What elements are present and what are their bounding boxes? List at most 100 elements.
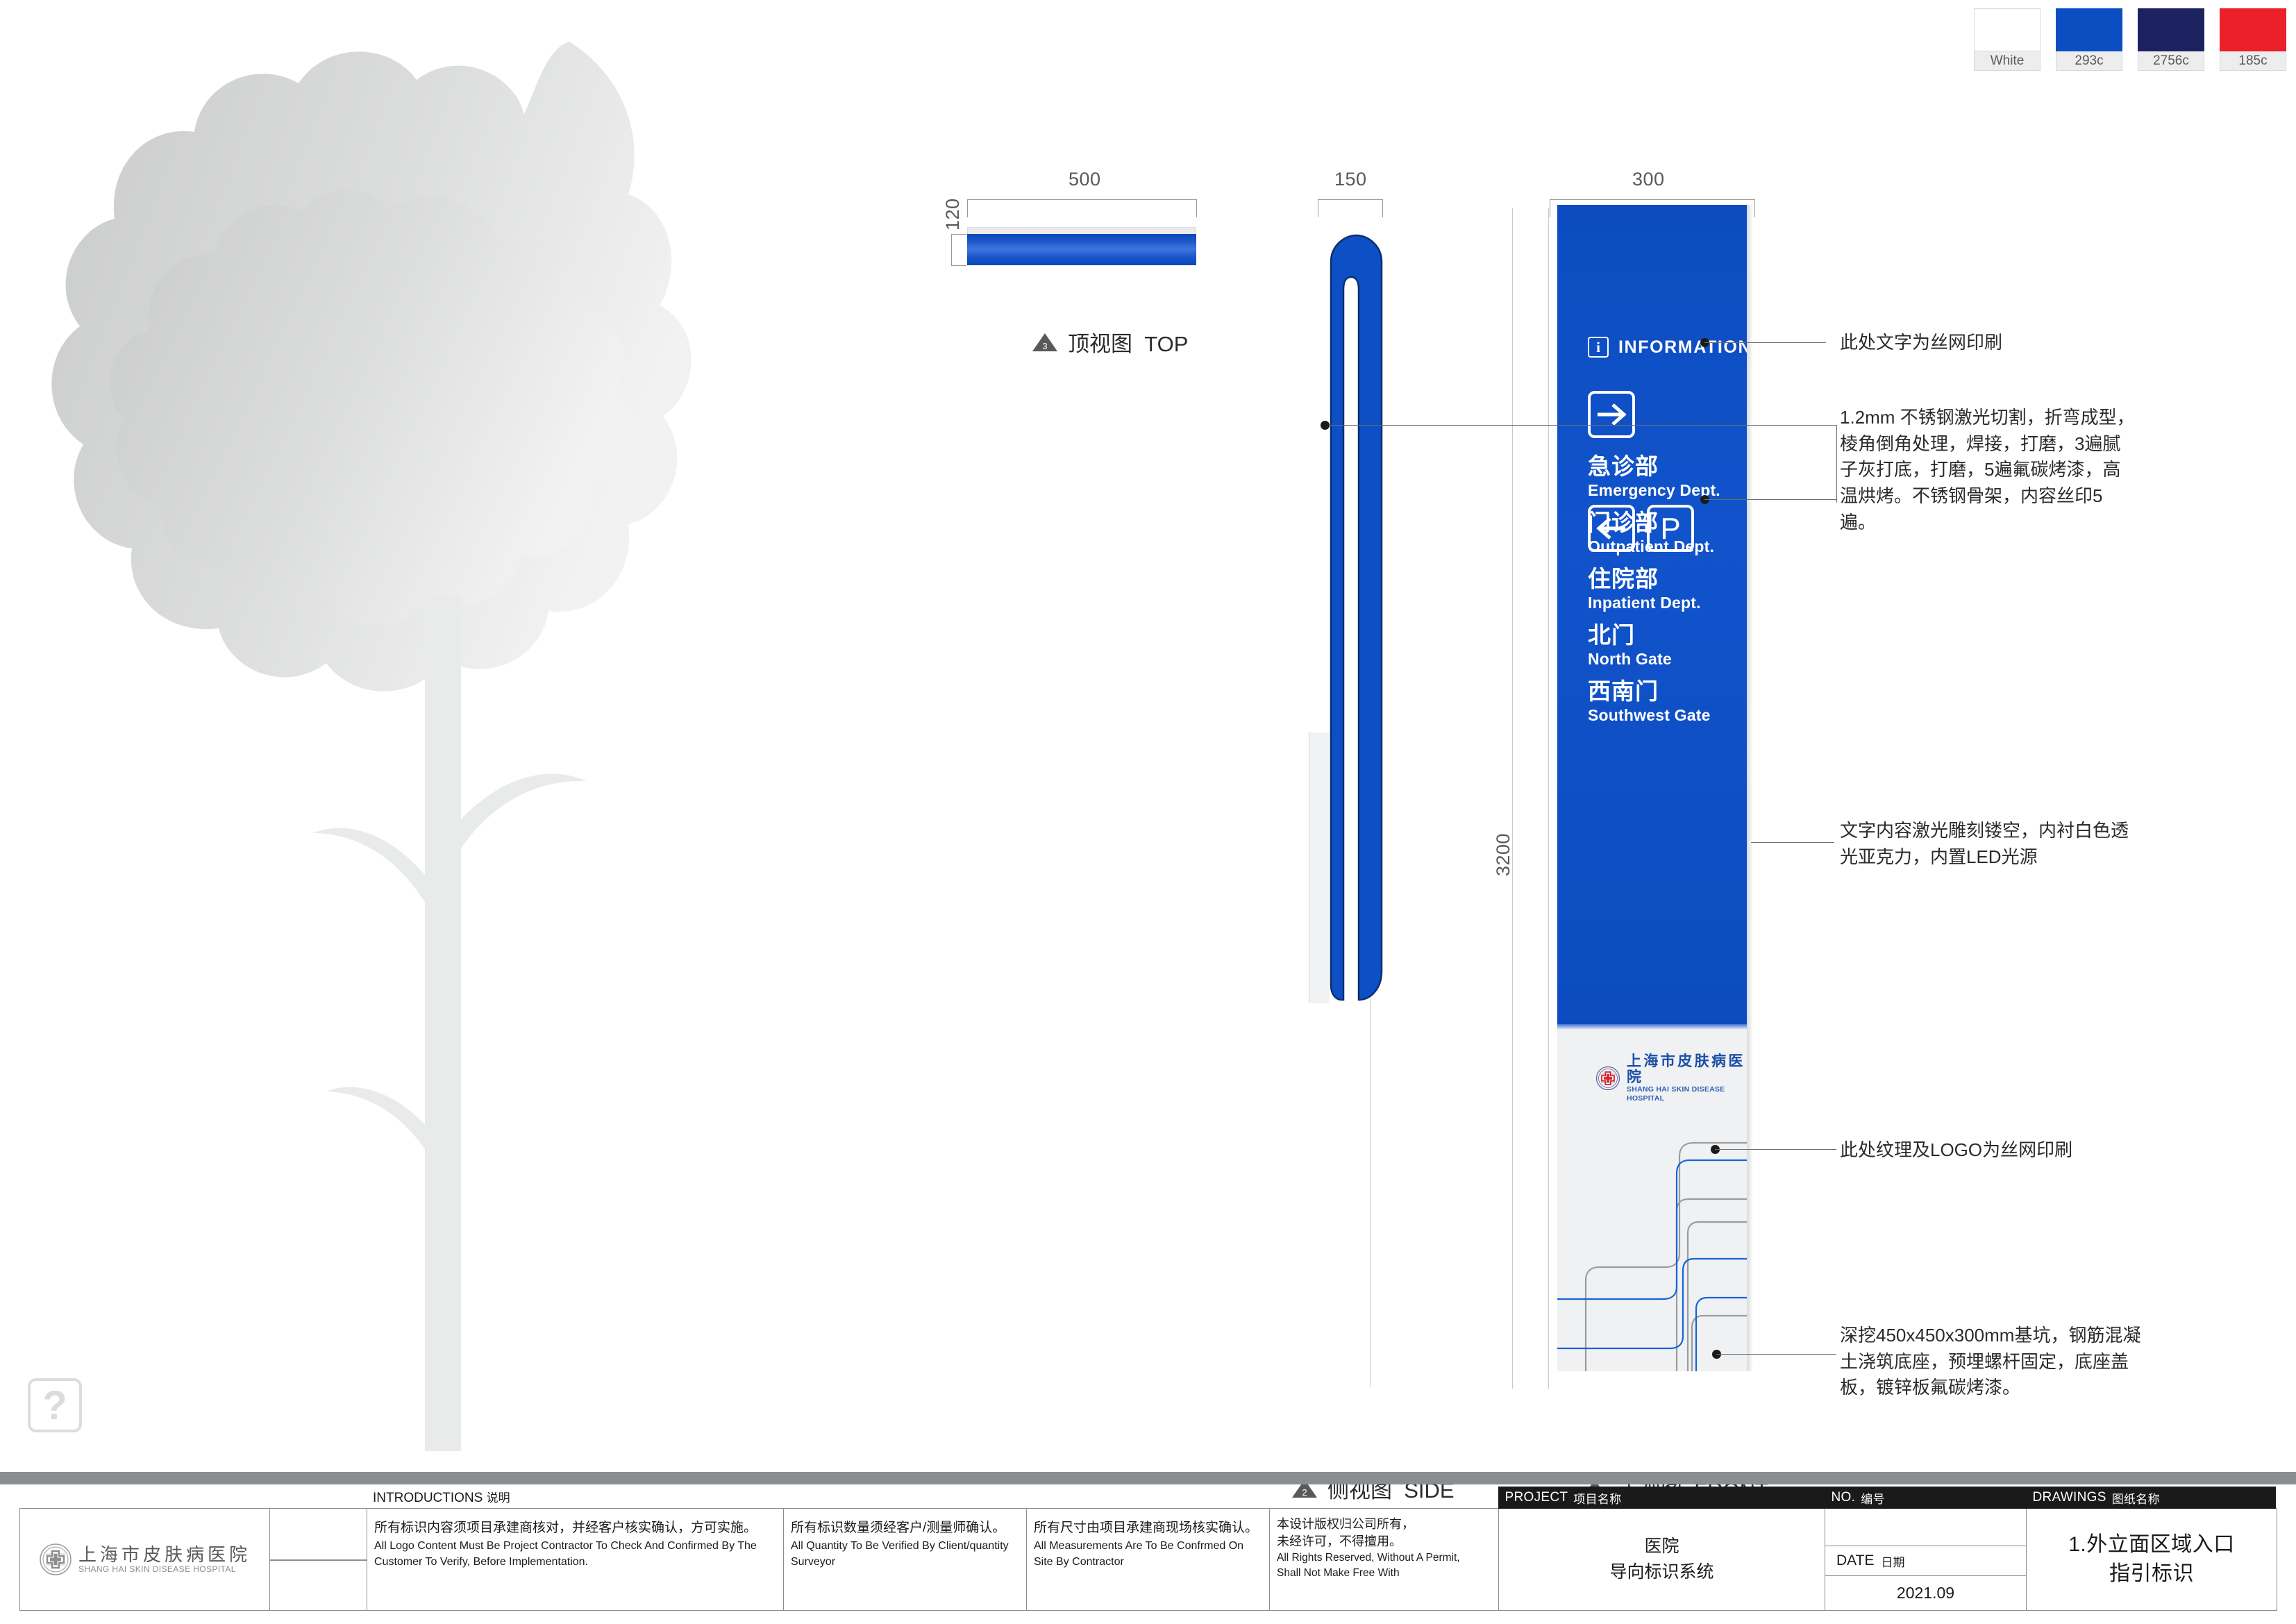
sign-circuit-texture	[1557, 1141, 1747, 1371]
copyright-cn-2: 未经许可，不得擅用。	[1277, 1534, 1402, 1549]
dim-line	[951, 234, 952, 265]
introductions-header: INTRODUCTIONS 说明	[373, 1491, 510, 1505]
hospital-name-block: 上海市皮肤病医院 SHANG HAI SKIN DISEASE HOSPITAL	[78, 1543, 251, 1575]
sign-group-2: P 住院部 Inpatient Dept. 北门 North Gate 西南门 …	[1588, 505, 1711, 726]
sign-entry: 西南门 Southwest Gate	[1588, 678, 1711, 726]
title-block-number: NO. 编号 DATE 日期 2021.09	[1824, 1487, 2027, 1610]
drawings-line-2: 指引标识	[2109, 1562, 2194, 1585]
dim-tick	[1382, 199, 1383, 217]
copyright-body: 本设计版权归公司所有， 未经许可，不得擅用。 All Rights Reserv…	[1270, 1509, 1498, 1581]
swatch-185c: 185c	[2220, 8, 2286, 71]
sign-entry-en: North Gate	[1588, 649, 1672, 668]
title-block-logo-cell: 上海市皮肤病医院 SHANG HAI SKIN DISEASE HOSPITAL	[20, 1509, 270, 1610]
title-block-drawings: DRAWINGS 图纸名称 1.外立面区域入口 指引标识	[2025, 1487, 2277, 1610]
front-view-drawing: i INFORMATION 急诊部 Emergency Dept. 门诊部 Ou…	[1557, 205, 1751, 1371]
title-block-note-2: 所有标识数量须经客户/测量师确认。 All Quantity To Be Ver…	[784, 1509, 1027, 1610]
project-value: 医院 导向标识系统	[1499, 1509, 1825, 1610]
callout-leader	[1323, 425, 1836, 426]
swatch-white: White	[1974, 8, 2041, 71]
drawing-sheet: White 293c 2756c 185c 500 120 3 顶视图 TOP …	[0, 0, 2296, 1624]
svg-text:3: 3	[1042, 341, 1047, 351]
swatch-label: White	[1974, 51, 2041, 71]
callout-silkscreen-text: 此处文字为丝网印刷	[1840, 332, 2003, 353]
number-value	[1825, 1509, 2026, 1546]
information-icon: i	[1588, 337, 1609, 358]
date-value: 2021.09	[1896, 1584, 1955, 1602]
dimension-front-width: 300	[1632, 169, 1665, 190]
project-header: PROJECT 项目名称	[1498, 1487, 1826, 1509]
top-view-body	[967, 234, 1196, 265]
parking-icon: P	[1647, 505, 1694, 552]
top-view-cap-strip	[967, 227, 1196, 234]
date-label: DATE 日期	[1825, 1546, 2026, 1577]
sign-entry-cn: 西南门	[1588, 678, 1659, 704]
triangle-marker-icon: 3	[1032, 332, 1058, 353]
project-line-1: 医院	[1644, 1536, 1679, 1556]
title-block-project: PROJECT 项目名称 医院 导向标识系统	[1498, 1487, 1826, 1610]
hospital-seal-icon	[40, 1543, 72, 1575]
title-block-note-1: INTRODUCTIONS 说明 所有标识内容须项目承建商核对，并经客户核实确认…	[367, 1491, 784, 1610]
callout-foundation: 深挖450x450x300mm基坑，钢筋混凝土浇筑底座，预埋螺杆固定，底座盖板，…	[1840, 1325, 2141, 1398]
note-en: All Quantity To Be Verified By Client/qu…	[791, 1539, 1009, 1568]
callout-stainless-spec: 1.2mm 不锈钢激光切割，折弯成型， 棱角倒角处理，焊接，打磨，3遍腻子灰打底…	[1840, 407, 2135, 533]
side-view-drawing	[1330, 234, 1383, 1001]
hospital-name-cn: 上海市皮肤病医院	[78, 1543, 251, 1565]
swatch-293c: 293c	[2056, 8, 2122, 71]
sign-entry-en: Inpatient Dept.	[1588, 593, 1701, 612]
sign-edge-shadow	[1747, 205, 1753, 1371]
callout-leader	[1751, 842, 1834, 843]
dimension-total-height: 3200	[1493, 832, 1514, 876]
sign-group-2-icons: P	[1588, 505, 1711, 552]
top-view-drawing	[967, 227, 1196, 265]
sign-entry-en: Southwest Gate	[1588, 705, 1711, 724]
dimension-top-depth: 120	[942, 198, 963, 231]
sign-entry: 住院部 Inpatient Dept.	[1588, 566, 1711, 614]
title-block-blank-cell	[270, 1509, 367, 1610]
information-label: INFORMATION	[1618, 337, 1752, 357]
cell-divider	[270, 1559, 367, 1561]
arrow-left-icon	[1588, 505, 1635, 552]
dim-extension-line	[1512, 208, 1513, 1389]
copyright-en-1: All Rights Reserved, Without A Permit,	[1277, 1552, 1460, 1564]
callout-texture-logo: 此处纹理及LOGO为丝网印刷	[1840, 1139, 2073, 1160]
dim-line	[1318, 199, 1382, 200]
title-block-hospital-logo: 上海市皮肤病医院 SHANG HAI SKIN DISEASE HOSPITAL	[39, 1543, 251, 1576]
title-block-note-3: 所有尺寸由项目承建商现场核实确认。 All Measurements Are T…	[1027, 1509, 1270, 1610]
note-cn: 所有尺寸由项目承建商现场核实确认。	[1034, 1521, 1259, 1535]
note-body: 所有标识内容须项目承建商核对，并经客户核实确认，方可实施。 All Logo C…	[367, 1509, 783, 1570]
view-caption-label: 顶视图 TOP	[1068, 332, 1189, 356]
drawings-value: 1.外立面区域入口 指引标识	[2027, 1509, 2277, 1610]
title-block: 上海市皮肤病医院 SHANG HAI SKIN DISEASE HOSPITAL…	[19, 1487, 2277, 1611]
side-view-base-shading	[1309, 733, 1330, 1003]
note-body: 所有尺寸由项目承建商现场核实确认。 All Measurements Are T…	[1027, 1509, 1269, 1570]
hospital-name-en: SHANG HAI SKIN DISEASE HOSPITAL	[78, 1564, 236, 1575]
svg-text:2: 2	[1302, 1487, 1307, 1498]
sign-entry: 北门 North Gate	[1588, 622, 1711, 670]
dim-tick	[967, 199, 968, 217]
callout-laser-engrave: 文字内容激光雕刻镂空，内衬白色透光亚克力，内置LED光源	[1840, 820, 2129, 867]
callout-leader	[1716, 1354, 1836, 1355]
copyright-cn-1: 本设计版权归公司所有，	[1277, 1517, 1414, 1531]
side-view-ground-line	[1370, 998, 1371, 1387]
title-block-separator	[0, 1472, 2296, 1484]
callout-leader	[1836, 425, 1837, 503]
sign-entry-cn: 急诊部	[1588, 453, 1659, 479]
background-tree-illustration	[51, 42, 692, 1451]
sign-base-panel: 上海市皮肤病医院 SHANG HAI SKIN DISEASE HOSPITAL	[1557, 1024, 1747, 1371]
arrow-right-icon	[1588, 391, 1635, 438]
sign-entry-cn: 北门	[1588, 621, 1635, 648]
swatch-2756c: 2756c	[2138, 8, 2204, 71]
swatch-label: 293c	[2056, 51, 2122, 71]
title-block-copyright: 本设计版权归公司所有， 未经许可，不得擅用。 All Rights Reserv…	[1270, 1509, 1499, 1610]
number-header: NO. 编号	[1824, 1487, 2027, 1509]
dim-tick	[951, 265, 966, 266]
callout-leader	[1715, 1149, 1836, 1150]
sign-group-1-icons	[1588, 391, 1720, 438]
callout-leader	[1704, 342, 1826, 343]
dim-tick	[1754, 199, 1755, 217]
callout-dot	[1321, 421, 1330, 430]
sign-information-header: i INFORMATION	[1588, 337, 1752, 358]
copyright-en-2: Shall Not Make Free With	[1277, 1567, 1400, 1580]
drawings-line-1: 1.外立面区域入口	[2068, 1533, 2235, 1556]
svg-text:P: P	[1660, 513, 1680, 544]
